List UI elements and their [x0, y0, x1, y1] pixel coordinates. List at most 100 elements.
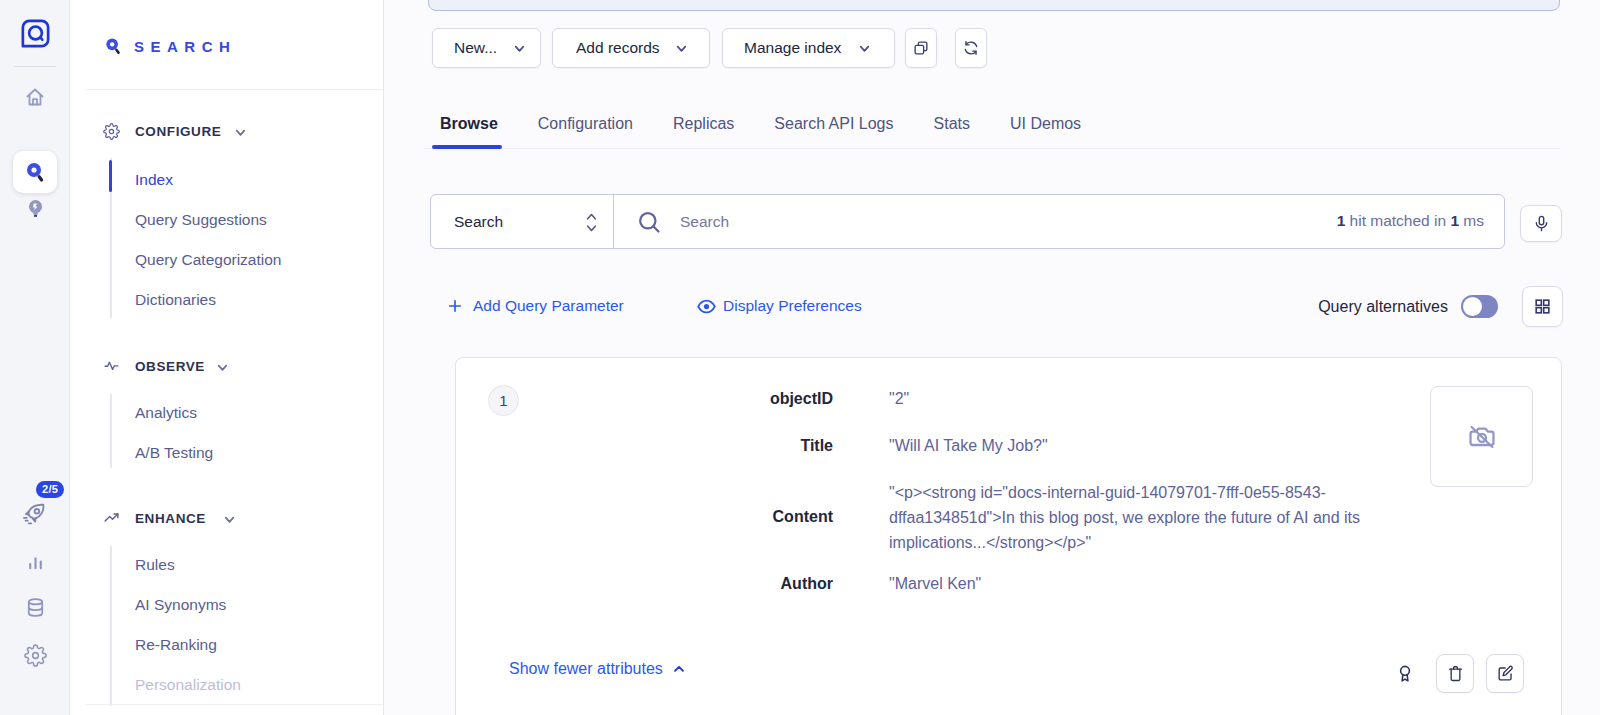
refresh-button[interactable]	[955, 28, 987, 68]
search-input-area: 1 hit matched in 1 ms	[614, 195, 1504, 248]
chevron-up-icon	[672, 662, 686, 676]
scope-label: Search	[454, 213, 503, 231]
field-value-author: "Marvel Ken"	[889, 574, 981, 594]
new-button[interactable]: New...	[432, 28, 541, 68]
main-content: New... Add records Manage index	[384, 0, 1600, 715]
tab-stats[interactable]: Stats	[934, 114, 970, 134]
hits-time: 1	[1450, 212, 1459, 229]
search-product-icon	[103, 36, 123, 56]
rocket-icon	[20, 498, 49, 527]
chevron-down-icon[interactable]	[222, 512, 237, 527]
record-card: 1 objectID "2" Title "Will AI Take My Jo…	[455, 357, 1562, 715]
image-off-icon	[1466, 421, 1498, 453]
sidebar-item-analytics[interactable]: Analytics	[135, 403, 197, 423]
add-records-button[interactable]: Add records	[552, 28, 710, 68]
sidebar-item-re-ranking[interactable]: Re-Ranking	[135, 635, 217, 655]
rail-recommend-button[interactable]	[24, 197, 47, 220]
eye-icon	[696, 296, 717, 317]
rail-search-button[interactable]	[13, 151, 57, 193]
sidebar-item-index[interactable]: Index	[135, 170, 173, 190]
rail-data-button[interactable]	[24, 596, 47, 619]
hits-unit: ms	[1459, 212, 1484, 229]
app-rail: 2/5	[0, 0, 70, 715]
home-icon	[23, 85, 47, 109]
sidebar-item-ab-testing[interactable]: A/B Testing	[135, 443, 213, 463]
field-value-objectid: "2"	[889, 389, 909, 409]
copy-icon	[912, 39, 930, 57]
rail-upgrade-button[interactable]	[20, 498, 49, 527]
field-label-author: Author	[456, 574, 833, 594]
active-tab-indicator	[432, 145, 502, 149]
query-alternatives-label: Query alternatives	[1318, 296, 1448, 317]
voice-search-button[interactable]	[1520, 205, 1562, 242]
tab-replicas[interactable]: Replicas	[673, 114, 734, 134]
edit-icon	[1496, 664, 1515, 683]
section-enhance[interactable]: ENHANCE	[135, 511, 206, 526]
search-icon	[636, 209, 663, 236]
hits-text: hit matched in	[1345, 212, 1450, 229]
tab-browse[interactable]: Browse	[440, 114, 498, 134]
display-preferences-link[interactable]: Display Preferences	[723, 296, 862, 316]
field-value-title: "Will AI Take My Job?"	[889, 436, 1048, 456]
divider	[14, 66, 56, 67]
section-observe[interactable]: OBSERVE	[135, 359, 205, 374]
sidebar-title: SEARCH	[134, 38, 236, 55]
database-icon	[24, 596, 47, 619]
section-configure[interactable]: CONFIGURE	[135, 124, 221, 139]
chevron-down-icon	[512, 41, 527, 56]
search-scope-selector[interactable]: Search	[431, 195, 614, 248]
new-button-label: New...	[454, 39, 497, 57]
rail-settings-button[interactable]	[24, 644, 47, 667]
algolia-logo-icon[interactable]	[17, 15, 54, 52]
show-fewer-attributes-link[interactable]: Show fewer attributes	[509, 660, 686, 678]
plus-icon	[446, 297, 464, 315]
manage-index-label: Manage index	[744, 39, 841, 57]
lightbulb-icon	[24, 197, 47, 220]
award-icon	[1394, 663, 1416, 685]
chevron-down-icon[interactable]	[233, 125, 248, 140]
sidebar-item-dictionaries[interactable]: Dictionaries	[135, 290, 216, 310]
promote-record-button[interactable]	[1394, 663, 1416, 685]
enhance-trend-icon	[103, 509, 120, 526]
show-fewer-label: Show fewer attributes	[509, 660, 663, 678]
image-placeholder	[1430, 386, 1533, 487]
chevron-down-icon[interactable]	[215, 360, 230, 375]
field-label-content: Content	[456, 507, 833, 527]
copy-button[interactable]	[905, 28, 937, 68]
usage-badge: 2/5	[36, 481, 64, 498]
chevron-down-icon	[857, 41, 872, 56]
sidebar-item-rules[interactable]: Rules	[135, 555, 175, 575]
sidebar-item-query-categorization[interactable]: Query Categorization	[135, 250, 281, 270]
spinner-chevrons-icon	[584, 210, 599, 235]
field-label-objectid: objectID	[456, 389, 833, 409]
display-mode-button[interactable]	[1522, 286, 1563, 327]
rail-analytics-button[interactable]	[24, 551, 47, 574]
sidebar-item-query-suggestions[interactable]: Query Suggestions	[135, 210, 267, 230]
microphone-icon	[1532, 214, 1551, 233]
gear-icon	[24, 644, 47, 667]
field-value-content: "<p><strong id="docs-internal-guid-14079…	[889, 480, 1401, 555]
query-alternatives-toggle[interactable]	[1461, 295, 1498, 318]
rail-home-button[interactable]	[23, 85, 47, 109]
observe-pulse-icon	[103, 357, 120, 374]
divider	[86, 89, 383, 90]
index-selector-partial[interactable]	[428, 0, 1560, 11]
algolia-dashboard: 2/5 SEARCH	[0, 0, 1600, 715]
edit-record-button[interactable]	[1486, 654, 1524, 693]
search-bar: Search 1 hit matched in 1 ms	[430, 194, 1505, 249]
sidebar-item-ai-synonyms[interactable]: AI Synonyms	[135, 595, 226, 615]
tab-search-api-logs[interactable]: Search API Logs	[774, 114, 893, 134]
chevron-down-icon	[674, 41, 689, 56]
sidebar-item-personalization[interactable]: Personalization	[135, 675, 241, 695]
hits-count: 1	[1337, 212, 1346, 229]
search-input[interactable]	[680, 195, 1200, 248]
tab-configuration[interactable]: Configuration	[538, 114, 633, 134]
tab-ui-demos[interactable]: UI Demos	[1010, 114, 1081, 134]
add-query-parameter-link[interactable]: Add Query Parameter	[473, 296, 624, 316]
delete-record-button[interactable]	[1436, 654, 1474, 693]
sidebar: SEARCH CONFIGURE Index Query Suggestions…	[70, 0, 384, 715]
manage-index-button[interactable]: Manage index	[722, 28, 895, 68]
configure-gear-icon	[103, 123, 120, 140]
toggle-knob	[1463, 297, 1482, 316]
bar-chart-icon	[24, 551, 47, 574]
